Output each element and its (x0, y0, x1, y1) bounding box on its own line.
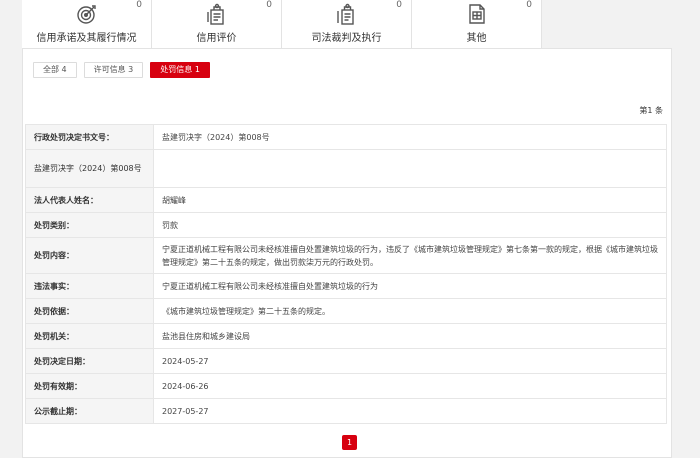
table-row: 公示截止期： 2027-05-27 (25, 398, 667, 424)
category-label: 处罚类别： (25, 212, 154, 238)
table-row: 处罚依据： 《城市建筑垃圾管理规定》第二十五条的规定。 (25, 298, 667, 324)
table-row: 处罚内容： 宁夏正道机械工程有限公司未经核准擅自处置建筑垃圾的行为，违反了《城市… (25, 237, 667, 274)
table-row: 处罚有效期： 2024-06-26 (25, 373, 667, 399)
facts-label: 违法事实： (25, 273, 154, 299)
detail-panel: 全部 4 许可信息 3 处罚信息 1 第1 条 行政处罚决定书文号： 盐建罚决字… (22, 48, 672, 458)
record-index: 第1 条 (639, 106, 663, 115)
facts-value: 宁夏正道机械工程有限公司未经核准擅自处置建筑垃圾的行为 (153, 273, 667, 299)
valid-until-value: 2024-06-26 (153, 373, 667, 399)
penalty-detail-table: 行政处罚决定书文号： 盐建罚决字（2024）第008号 盐建罚决字（2024）第… (25, 124, 667, 424)
category-tabs: 0 信用承诺及其履行情况 0 信用评价 0 司法裁判及执行 0 其他 (22, 0, 542, 48)
tab-label: 其他 (466, 33, 487, 44)
basis-label: 处罚依据： (25, 298, 154, 324)
content-value: 宁夏正道机械工程有限公司未经核准擅自处置建筑垃圾的行为，违反了《城市建筑垃圾管理… (153, 237, 667, 274)
publish-until-value: 2027-05-27 (153, 398, 667, 424)
decision-date-label: 处罚决定日期： (25, 348, 154, 374)
tab-count: 0 (526, 0, 532, 10)
tab-count: 0 (266, 0, 272, 10)
tab-other[interactable]: 0 其他 (412, 0, 542, 48)
publish-until-label: 公示截止期： (25, 398, 154, 424)
filter-penalty-button[interactable]: 处罚信息 1 (150, 62, 210, 78)
tab-label: 信用评价 (196, 33, 237, 44)
document-grid-icon (468, 4, 485, 24)
pagination-page-button[interactable]: 1 (342, 435, 357, 450)
table-row: 盐建罚决字（2024）第008号 (25, 149, 667, 188)
decision-date-value: 2024-05-27 (153, 348, 667, 374)
filter-license-button[interactable]: 许可信息 3 (83, 62, 144, 78)
decision-no-sub: 盐建罚决字（2024）第008号 (25, 149, 154, 188)
filter-bar: 全部 4 许可信息 3 处罚信息 1 (33, 62, 210, 78)
tab-credit-evaluation[interactable]: 0 信用评价 (152, 0, 282, 48)
authority-label: 处罚机关： (25, 323, 154, 349)
filter-all-button[interactable]: 全部 4 (33, 62, 77, 78)
table-row: 处罚类别： 罚款 (25, 212, 667, 238)
judicial-icon (336, 3, 354, 25)
legal-rep-label: 法人代表人姓名： (25, 187, 154, 213)
evaluation-icon (206, 3, 224, 25)
empty-cell (153, 149, 667, 188)
table-row: 违法事实： 宁夏正道机械工程有限公司未经核准擅自处置建筑垃圾的行为 (25, 273, 667, 299)
authority-value: 盐池县住房和城乡建设局 (153, 323, 667, 349)
basis-value: 《城市建筑垃圾管理规定》第二十五条的规定。 (153, 298, 667, 324)
decision-no-label: 行政处罚决定书文号： (25, 124, 154, 150)
tab-count: 0 (396, 0, 402, 10)
tab-count: 0 (136, 0, 142, 10)
content-label: 处罚内容： (25, 237, 154, 274)
table-row: 处罚机关： 盐池县住房和城乡建设局 (25, 323, 667, 349)
tab-judicial[interactable]: 0 司法裁判及执行 (282, 0, 412, 48)
tab-credit-commitment[interactable]: 0 信用承诺及其履行情况 (22, 0, 152, 48)
table-row: 行政处罚决定书文号： 盐建罚决字（2024）第008号 (25, 124, 667, 150)
category-value: 罚款 (153, 212, 667, 238)
target-icon (76, 5, 96, 24)
decision-no-value: 盐建罚决字（2024）第008号 (153, 124, 667, 150)
legal-rep-value: 胡耀峰 (153, 187, 667, 213)
tab-label: 信用承诺及其履行情况 (36, 33, 137, 44)
tab-label: 司法裁判及执行 (311, 33, 382, 44)
valid-until-label: 处罚有效期： (25, 373, 154, 399)
table-row: 法人代表人姓名： 胡耀峰 (25, 187, 667, 213)
table-row: 处罚决定日期： 2024-05-27 (25, 348, 667, 374)
